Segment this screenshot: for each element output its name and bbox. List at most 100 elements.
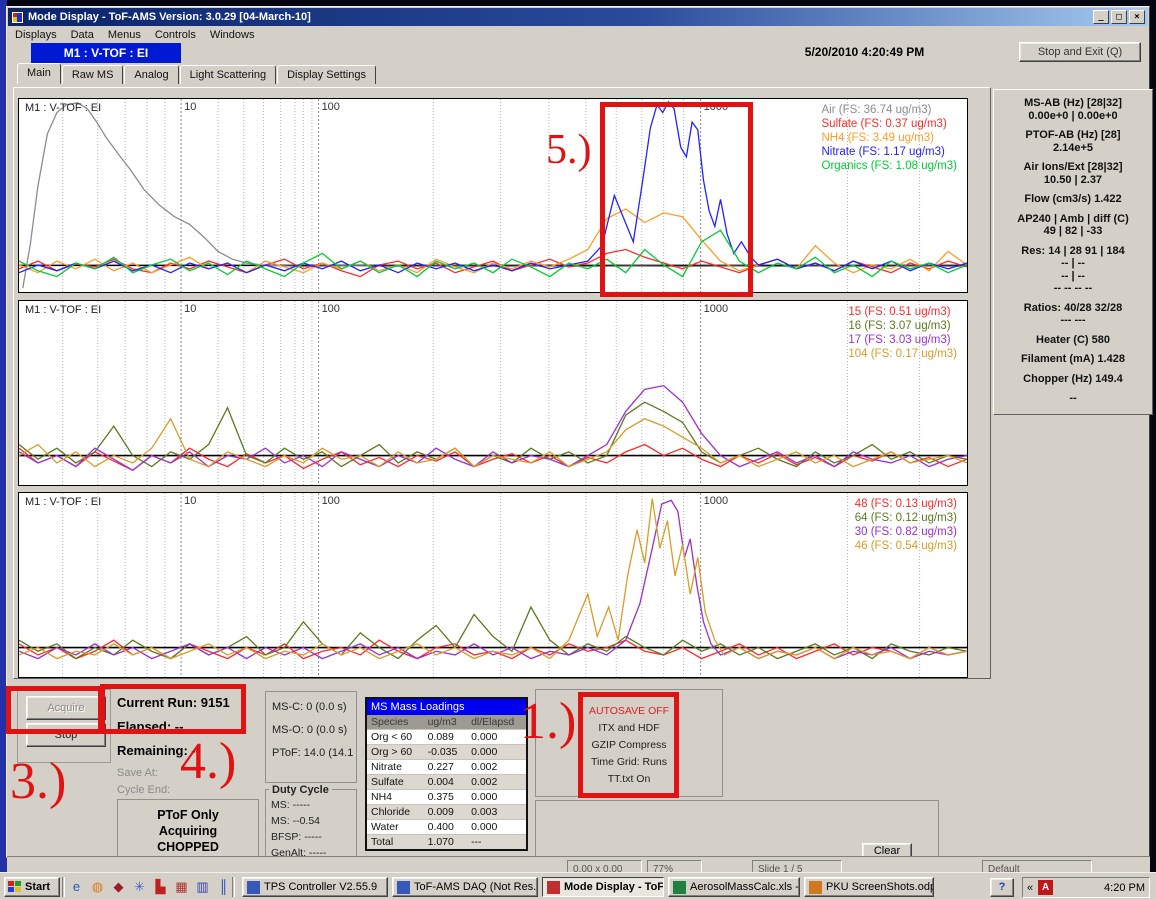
ie-icon[interactable]: e bbox=[68, 878, 85, 895]
tab-light-scattering[interactable]: Light Scattering bbox=[180, 65, 276, 84]
table-cell: Org > 60 bbox=[367, 745, 424, 760]
chart-panel: M1 : V-TOF : EI101001000Air (FS: 36.74 u… bbox=[13, 87, 991, 679]
tab-raw-ms[interactable]: Raw MS bbox=[62, 65, 124, 84]
sidebar-stat: -- bbox=[994, 392, 1152, 405]
annotation-rect-4 bbox=[100, 684, 246, 734]
sidebar-stat: Heater (C) 580 bbox=[994, 334, 1152, 347]
tab-analog[interactable]: Analog bbox=[124, 65, 178, 84]
duty-cycle-line: MS: --0.54 bbox=[271, 815, 356, 827]
app-icon bbox=[11, 11, 24, 24]
app-icon bbox=[809, 881, 822, 894]
spectrum-chart-1: M1 : V-TOF : EI101001000Air (FS: 36.74 u… bbox=[18, 98, 968, 293]
columns-icon[interactable]: ║ bbox=[215, 878, 232, 895]
chart-legend: Air (FS: 36.74 ug/m3)Sulfate (FS: 0.37 u… bbox=[822, 103, 958, 173]
mass-table-col-header: dl/Elapsd bbox=[467, 715, 526, 730]
start-button[interactable]: Start bbox=[4, 877, 60, 897]
timing-box: MS-C: 0 (0.0 s) MS-O: 0 (0.0 s) PToF: 14… bbox=[265, 691, 357, 783]
stop-and-exit-button[interactable]: Stop and Exit (Q) bbox=[1019, 42, 1141, 62]
ptof-label: PToF: 14.0 (14.1 bbox=[272, 747, 356, 759]
firefox-icon[interactable]: ◍ bbox=[89, 878, 106, 895]
maximize-button[interactable]: □ bbox=[1111, 10, 1127, 24]
table-cell: 0.227 bbox=[424, 760, 467, 775]
table-cell: NH4 bbox=[367, 790, 424, 805]
sidebar-stat: Res: 14 | 28 91 | 184 bbox=[994, 245, 1152, 258]
taskbar-button-5[interactable]: PKU ScreenShots.odp - ... bbox=[804, 877, 934, 897]
sidebar-stat: -- -- -- -- bbox=[994, 282, 1152, 295]
trace-nh4 bbox=[19, 209, 967, 273]
table-cell: Nitrate bbox=[367, 760, 424, 775]
menu-controls[interactable]: Controls bbox=[148, 27, 203, 43]
ms-mass-loadings-table: MS Mass Loadings Speciesug/m3dl/ElapsdOr… bbox=[365, 697, 528, 851]
table-cell: -0.035 bbox=[424, 745, 467, 760]
table-row: Org < 600.0890.000 bbox=[367, 730, 526, 745]
sidebar-stat: 0.00e+0 | 0.00e+0 bbox=[994, 110, 1152, 123]
background-statusbar: 0.00 x 0.0077%Slide 1 / 5Default bbox=[7, 856, 1150, 872]
chart-mode-label: M1 : V-TOF : EI bbox=[25, 304, 101, 316]
app-icon bbox=[547, 881, 560, 894]
table-cell: Total bbox=[367, 835, 424, 850]
taskbar-separator bbox=[62, 877, 65, 897]
windows-flag-icon bbox=[8, 881, 22, 893]
axis-tick-100: 100 bbox=[322, 101, 340, 113]
chart-app-icon[interactable]: ▙ bbox=[152, 878, 169, 895]
close-button[interactable]: × bbox=[1129, 10, 1145, 24]
taskbar-button-2[interactable]: ToF-AMS DAQ (Not Res... bbox=[392, 877, 538, 897]
chart-mode-label: M1 : V-TOF : EI bbox=[25, 102, 101, 114]
snowflake-icon[interactable]: ✳ bbox=[131, 878, 148, 895]
tab-main[interactable]: Main bbox=[17, 63, 61, 84]
menu-displays[interactable]: Displays bbox=[8, 27, 64, 43]
annotation-label-3: 3.) bbox=[10, 752, 66, 811]
legend-entry: 17 (FS: 3.03 ug/m3) bbox=[848, 333, 957, 347]
ms-o-label: MS-O: 0 (0.0 s) bbox=[272, 724, 356, 736]
taskbar-button-4[interactable]: AerosolMassCalc.xls - O... bbox=[668, 877, 800, 897]
menu-windows[interactable]: Windows bbox=[203, 27, 262, 43]
sidebar-stat: Filament (mA) 1.428 bbox=[994, 353, 1152, 366]
taskbar-button-label: PKU ScreenShots.odp - ... bbox=[826, 881, 934, 893]
legend-entry: Organics (FS: 1.08 ug/m3) bbox=[822, 159, 958, 173]
table-cell: 0.000 bbox=[467, 730, 526, 745]
table-cell: 0.375 bbox=[424, 790, 467, 805]
chart-legend: 48 (FS: 0.13 ug/m3)64 (FS: 0.12 ug/m3)30… bbox=[855, 497, 957, 553]
legend-entry: 16 (FS: 3.07 ug/m3) bbox=[848, 319, 957, 333]
table-cell: 0.400 bbox=[424, 820, 467, 835]
title-bar[interactable]: Mode Display - ToF-AMS Version: 3.0.29 [… bbox=[8, 8, 1148, 26]
sidebar-stat: MS-AB (Hz) [28|32] bbox=[994, 97, 1152, 110]
app-icon bbox=[673, 881, 686, 894]
taskbar-button-label: Mode Display - ToF-A... bbox=[564, 881, 664, 893]
taskbar-separator bbox=[232, 877, 235, 897]
tray-chevron-icon[interactable]: « bbox=[1027, 882, 1033, 894]
table-cell: 0.009 bbox=[424, 805, 467, 820]
table-cell: Chloride bbox=[367, 805, 424, 820]
stats-sidebar: MS-AB (Hz) [28|32]0.00e+0 | 0.00e+0PTOF-… bbox=[993, 89, 1153, 415]
sidebar-stat: 2.14e+5 bbox=[994, 142, 1152, 155]
acquisition-mode-box: PToF Only Acquiring CHOPPED bbox=[117, 799, 259, 861]
acrobat-tray-icon[interactable]: A bbox=[1038, 880, 1053, 895]
app-icon bbox=[397, 881, 410, 894]
minimize-button[interactable]: _ bbox=[1093, 10, 1109, 24]
trace-m30 bbox=[19, 500, 967, 658]
menu-menus[interactable]: Menus bbox=[101, 27, 148, 43]
sidebar-stat: -- | -- bbox=[994, 270, 1152, 283]
table-cell: Water bbox=[367, 820, 424, 835]
taskbar-button-3[interactable]: Mode Display - ToF-A... bbox=[542, 877, 664, 897]
taskbar-button-label: AerosolMassCalc.xls - O... bbox=[690, 881, 800, 893]
tab-display-settings[interactable]: Display Settings bbox=[277, 65, 376, 84]
red-grid-icon[interactable]: ▦ bbox=[173, 878, 190, 895]
legend-entry: Nitrate (FS: 1.17 ug/m3) bbox=[822, 145, 958, 159]
taskbar-button-1[interactable]: TPS Controller V2.55.9 bbox=[242, 877, 388, 897]
daq-grid-icon[interactable]: ▥ bbox=[194, 878, 211, 895]
mode-label: M1 : V-TOF : EI bbox=[31, 43, 181, 63]
annotation-rect-5 bbox=[600, 102, 753, 297]
table-cell: 1.070 bbox=[424, 835, 467, 850]
ms-c-label: MS-C: 0 (0.0 s) bbox=[272, 701, 356, 713]
help-tray-button[interactable]: ? bbox=[990, 878, 1014, 897]
axis-tick-100: 100 bbox=[322, 495, 340, 507]
statusbar-fragment: 0.00 x 0.00 bbox=[567, 860, 642, 872]
menu-data[interactable]: Data bbox=[64, 27, 101, 43]
table-cell: 0.089 bbox=[424, 730, 467, 745]
tab-strip: MainRaw MSAnalogLight ScatteringDisplay … bbox=[17, 63, 377, 84]
mail-icon[interactable]: ◆ bbox=[110, 878, 127, 895]
annotation-label-5: 5.) bbox=[546, 126, 592, 174]
quick-launch-bar: e◍◆✳▙▦▥║ bbox=[68, 878, 232, 895]
table-cell: 0.002 bbox=[467, 775, 526, 790]
